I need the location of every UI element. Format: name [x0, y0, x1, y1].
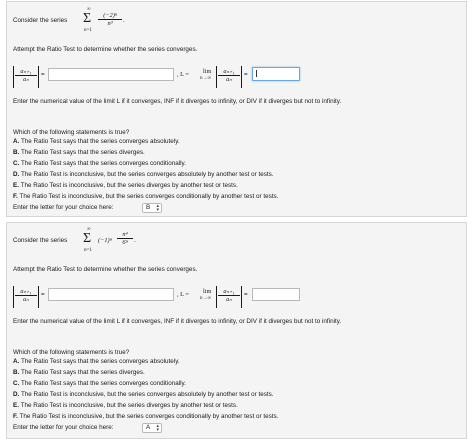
option-d: D. The Ratio Test is inconclusive, but t…: [13, 171, 274, 178]
option-e: E. The Ratio Test is inconclusive, but t…: [13, 182, 238, 189]
abs-bar-left: [13, 66, 14, 88]
limit-value-input[interactable]: [252, 288, 300, 301]
limit-ratio-fraction: aₙ₊₁ aₙ: [218, 68, 240, 83]
limit-value-input[interactable]: [252, 67, 300, 81]
limit-ratio-numerator: aₙ₊₁: [218, 68, 240, 76]
problem-card-1: Consider the series ∞ Σ n=1 (−2)ⁿ n³ . A…: [6, 1, 467, 217]
equals-sign: =: [244, 291, 248, 298]
ratio-numerator: aₙ₊₁: [15, 288, 37, 296]
series-intro: Consider the series: [13, 17, 68, 24]
ratio-expression-input[interactable]: [48, 68, 174, 81]
question-text: Which of the following statements is tru…: [13, 349, 130, 356]
abs-bar-right: [241, 286, 242, 308]
limit-entry-instruction: Enter the numerical value of the limit L…: [13, 318, 342, 325]
abs-bar-right: [241, 66, 242, 88]
select-stepper-icon: ▴ ▾: [156, 423, 159, 433]
lim-subscript: n→∞: [200, 76, 212, 81]
choice-select[interactable]: B ▴ ▾: [142, 203, 162, 213]
choice-select[interactable]: A ▴ ▾: [142, 423, 162, 433]
question-text: Which of the following statements is tru…: [13, 129, 130, 136]
option-c: C. The Ratio Test says that the series c…: [13, 380, 186, 387]
term-numerator: (−2)ⁿ: [98, 12, 122, 20]
abs-bar-left: [216, 286, 217, 308]
option-b: B. The Ratio Test says that the series d…: [13, 149, 145, 156]
term-punctuation: .: [134, 237, 136, 244]
ratio-fraction: aₙ₊₁ aₙ: [15, 68, 37, 83]
limit-ratio-numerator: aₙ₊₁: [218, 288, 240, 296]
limit-ratio-fraction: aₙ₊₁ aₙ: [218, 288, 240, 303]
equals-sign: =: [244, 71, 248, 78]
limit-ratio-denominator: aₙ: [226, 296, 232, 303]
lim-word: lim: [203, 68, 212, 75]
term-numerator: n⁴: [117, 231, 133, 239]
sigma-symbol: Σ: [83, 11, 92, 26]
ratio-denominator: aₙ: [23, 296, 29, 303]
limit-label: , L =: [177, 71, 189, 78]
option-c: C. The Ratio Test says that the series c…: [13, 160, 186, 167]
ratio-test-instruction: Attempt the Ratio Test to determine whet…: [13, 46, 198, 53]
abs-bar-right: [38, 286, 39, 308]
equals-sign: =: [41, 71, 45, 78]
select-stepper-icon: ▴ ▾: [156, 203, 159, 213]
term-denominator: n³: [107, 20, 113, 27]
limit-ratio-denominator: aₙ: [226, 76, 232, 83]
option-e: E. The Ratio Test is inconclusive, but t…: [13, 402, 238, 409]
series-term: n⁴ 6ⁿ: [117, 231, 133, 246]
ratio-fraction: aₙ₊₁ aₙ: [15, 288, 37, 303]
sigma-symbol: Σ: [83, 231, 92, 246]
text-cursor: [256, 70, 257, 77]
option-a: A. The Ratio Test says that the series c…: [13, 138, 180, 145]
lim-word: lim: [203, 288, 212, 295]
option-b: B. The Ratio Test says that the series d…: [13, 369, 145, 376]
limit-label: , L =: [177, 291, 189, 298]
limit-entry-instruction: Enter the numerical value of the limit L…: [13, 98, 342, 105]
problem-card-2: Consider the series ∞ Σ n=1 (−1)ⁿ n⁴ 6ⁿ …: [6, 222, 467, 439]
ratio-numerator: aₙ₊₁: [15, 68, 37, 76]
lim-subscript: n→∞: [200, 296, 212, 301]
option-d: D. The Ratio Test is inconclusive, but t…: [13, 391, 274, 398]
term-denominator: 6ⁿ: [122, 239, 128, 246]
choice-label: Enter the letter for your choice here:: [13, 424, 114, 431]
abs-bar-right: [38, 66, 39, 88]
abs-bar-left: [216, 66, 217, 88]
sum-lower-limit: n=1: [84, 248, 92, 253]
ratio-test-instruction: Attempt the Ratio Test to determine whet…: [13, 266, 198, 273]
option-f: F. The Ratio Test is inconclusive, but t…: [13, 193, 279, 200]
abs-bar-left: [13, 286, 14, 308]
series-intro: Consider the series: [13, 237, 68, 244]
ratio-denominator: aₙ: [23, 76, 29, 83]
ratio-expression-input[interactable]: [48, 288, 174, 301]
option-f: F. The Ratio Test is inconclusive, but t…: [13, 413, 279, 420]
choice-label: Enter the letter for your choice here:: [13, 204, 114, 211]
alternating-sign: (−1)ⁿ: [98, 237, 112, 244]
series-term: (−2)ⁿ n³: [98, 12, 122, 27]
option-a: A. The Ratio Test says that the series c…: [13, 358, 180, 365]
term-punctuation: .: [123, 17, 125, 24]
sum-lower-limit: n=1: [84, 28, 92, 33]
equals-sign: =: [41, 291, 45, 298]
